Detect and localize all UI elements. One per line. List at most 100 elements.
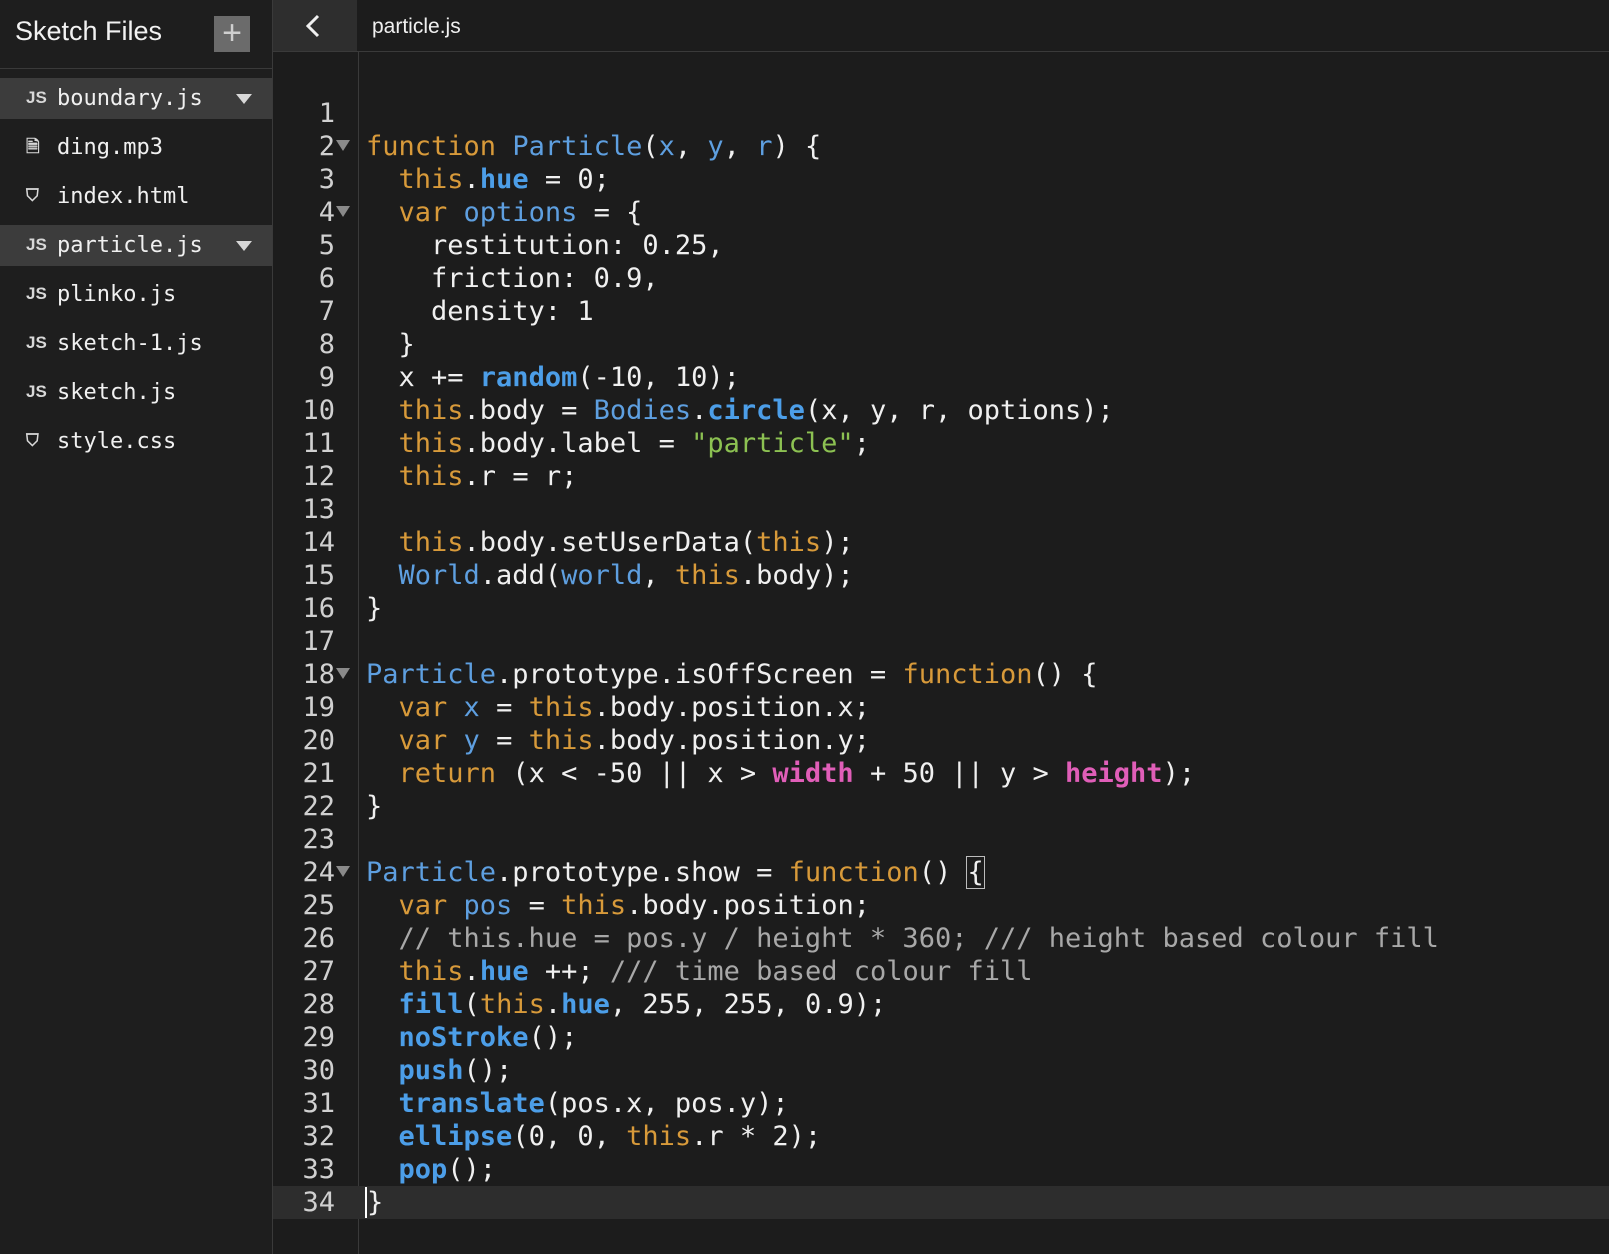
code-line[interactable]: 22}: [273, 790, 1609, 823]
css3-icon: ⛉: [26, 431, 39, 450]
add-file-button[interactable]: +: [214, 16, 250, 52]
file-menu-arrow-icon[interactable]: [236, 94, 252, 104]
line-number: 14: [302, 527, 335, 558]
back-button[interactable]: [273, 0, 357, 51]
code-token: this: [626, 1121, 692, 1152]
line-number: 10: [302, 395, 335, 426]
line-number: 23: [302, 824, 335, 855]
code-token: .body.setUserData(: [463, 527, 757, 558]
code-token: "particle": [691, 428, 854, 459]
code-line[interactable]: 11 this.body.label = "particle";: [273, 427, 1609, 460]
file-name: sketch-1.js: [57, 331, 203, 356]
line-number: 7: [318, 296, 335, 327]
code-editor[interactable]: 1 2 function Particle(x, y, r) {3 this.hue…: [273, 97, 1609, 1219]
open-file-tab[interactable]: particle.js: [372, 15, 461, 39]
line-number: 26: [302, 923, 335, 954]
code-line[interactable]: 5 restitution: 0.25,: [273, 229, 1609, 262]
code-token: ();: [463, 1055, 513, 1086]
code-line[interactable]: 33 pop();: [273, 1153, 1609, 1186]
code-line[interactable]: 10 this.body = Bodies.circle(x, y, r, op…: [273, 394, 1609, 427]
code-token: Particle: [366, 659, 497, 690]
code-line[interactable]: 21 return (x < -50 || x > width + 50 || …: [273, 757, 1609, 790]
code-line[interactable]: 27 this.hue ++; /// time based colour fi…: [273, 955, 1609, 988]
file-item-sketch-js[interactable]: JS sketch.js: [0, 372, 272, 413]
code-token: this: [398, 428, 464, 459]
code-line[interactable]: 29 noStroke();: [273, 1021, 1609, 1054]
code-line[interactable]: 6 friction: 0.9,: [273, 262, 1609, 295]
code-token: ();: [447, 1154, 497, 1185]
code-line[interactable]: 34}: [273, 1186, 1609, 1219]
code-token: =: [512, 890, 562, 921]
code-text: // this.hue = pos.y / height * 360; /// …: [366, 922, 1439, 955]
code-line[interactable]: 2 function Particle(x, y, r) {: [273, 130, 1609, 163]
code-line[interactable]: 7 density: 1: [273, 295, 1609, 328]
code-token: Bodies: [593, 395, 692, 426]
line-number: 16: [302, 593, 335, 624]
fold-arrow-icon[interactable]: [336, 140, 350, 151]
fold-arrow-icon[interactable]: [336, 206, 350, 217]
code-line[interactable]: 9 x += random(-10, 10);: [273, 361, 1609, 394]
file-item-sketch-1-js[interactable]: JS sketch-1.js: [0, 323, 272, 364]
code-token: ++;: [528, 956, 610, 987]
code-token: .add(: [479, 560, 562, 591]
code-line[interactable]: 14 this.body.setUserData(this);: [273, 526, 1609, 559]
code-token: );: [1162, 758, 1196, 789]
code-line[interactable]: 17: [273, 625, 1609, 658]
file-menu-arrow-icon[interactable]: [236, 241, 252, 251]
code-line[interactable]: 13: [273, 493, 1609, 526]
code-token: y: [707, 131, 724, 162]
js-file-icon: JS: [26, 333, 47, 352]
code-token: hue: [561, 989, 610, 1020]
document-icon: 🗎: [26, 137, 40, 156]
code-token: .: [691, 395, 708, 426]
code-line[interactable]: 1: [273, 97, 1609, 130]
code-line[interactable]: 8 }: [273, 328, 1609, 361]
fold-arrow-icon[interactable]: [336, 668, 350, 679]
code-text: friction: 0.9,: [366, 262, 659, 295]
code-text: this.body = Bodies.circle(x, y, r, optio…: [366, 394, 1114, 427]
file-item-style-css[interactable]: ⛉ style.css: [0, 421, 272, 462]
code-token: + 50 || y >: [853, 758, 1066, 789]
code-line[interactable]: 19 var x = this.body.position.x;: [273, 691, 1609, 724]
code-line[interactable]: 25 var pos = this.body.position;: [273, 889, 1609, 922]
sidebar-title: Sketch Files: [15, 16, 163, 46]
code-token: density: 1: [366, 296, 594, 327]
code-token: .prototype.show =: [496, 857, 789, 888]
code-line[interactable]: 4 var options = {: [273, 196, 1609, 229]
code-text: pop();: [366, 1153, 497, 1186]
code-line[interactable]: 32 ellipse(0, 0, this.r * 2);: [273, 1120, 1609, 1153]
code-line[interactable]: 3 this.hue = 0;: [273, 163, 1609, 196]
line-number: 30: [302, 1055, 335, 1086]
code-line[interactable]: 18 Particle.prototype.isOffScreen = funct…: [273, 658, 1609, 691]
code-token: Particle: [366, 857, 497, 888]
code-token: this: [561, 890, 627, 921]
code-token: var: [398, 725, 464, 756]
code-token: (0, 0,: [512, 1121, 627, 1152]
fold-arrow-icon[interactable]: [336, 866, 350, 877]
code-line[interactable]: 15 World.add(world, this.body);: [273, 559, 1609, 592]
code-line[interactable]: 12 this.r = r;: [273, 460, 1609, 493]
file-item-ding-mp3[interactable]: 🗎 ding.mp3: [0, 127, 272, 168]
file-name: particle.js: [57, 233, 203, 258]
line-number: 28: [302, 989, 335, 1020]
code-line[interactable]: 20 var y = this.body.position.y;: [273, 724, 1609, 757]
code-line[interactable]: 23: [273, 823, 1609, 856]
code-token: .body.position.y;: [593, 725, 870, 756]
code-text: }: [365, 1186, 384, 1219]
file-item-index-html[interactable]: ⛉ index.html: [0, 176, 272, 217]
code-line[interactable]: 31 translate(pos.x, pos.y);: [273, 1087, 1609, 1120]
code-line[interactable]: 28 fill(this.hue, 255, 255, 0.9);: [273, 988, 1609, 1021]
code-text: var pos = this.body.position;: [366, 889, 870, 922]
code-text: return (x < -50 || x > width + 50 || y >…: [366, 757, 1196, 790]
code-line[interactable]: 26 // this.hue = pos.y / height * 360; /…: [273, 922, 1609, 955]
code-line[interactable]: 30 push();: [273, 1054, 1609, 1087]
code-line[interactable]: 24 Particle.prototype.show = function() {: [273, 856, 1609, 889]
file-item-boundary-js[interactable]: JS boundary.js: [0, 78, 272, 119]
file-item-plinko-js[interactable]: JS plinko.js: [0, 274, 272, 315]
editor-topbar: particle.js: [273, 0, 1609, 52]
code-line[interactable]: 16}: [273, 592, 1609, 625]
file-item-particle-js[interactable]: JS particle.js: [0, 225, 272, 266]
